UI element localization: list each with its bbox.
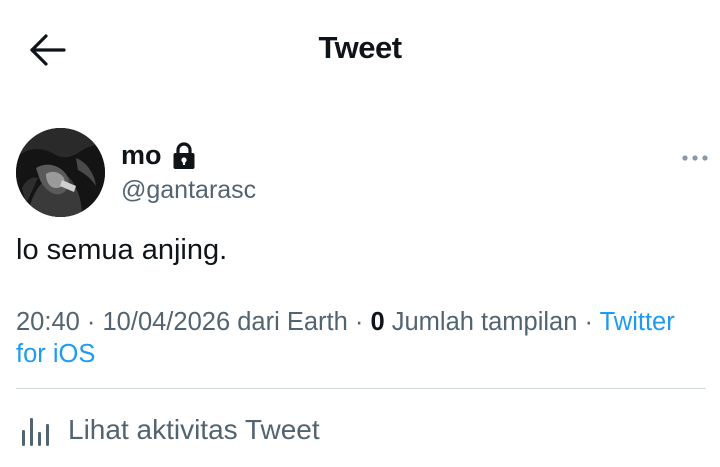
avatar[interactable] (16, 128, 105, 217)
meta-separator: · (86, 308, 96, 336)
lock-icon (173, 141, 194, 169)
tweet-date[interactable]: 10/04/2026 (103, 308, 231, 336)
author-display-name[interactable]: mo (121, 140, 196, 171)
views-label: Jumlah tampilan (391, 308, 578, 336)
meta-separator: · (584, 308, 594, 336)
views-count: 0 (370, 308, 385, 336)
more-horizontal-icon (682, 155, 708, 161)
author-username[interactable]: @gantarasc (121, 176, 256, 205)
meta-separator: · (354, 308, 364, 336)
tweet-text: lo semua anjing. (16, 234, 228, 266)
tweet-time[interactable]: 20:40 (16, 308, 80, 336)
view-tweet-activity-button[interactable]: Lihat aktivitas Tweet (16, 408, 320, 452)
activity-label: Lihat aktivitas Tweet (68, 414, 320, 445)
bar-chart-icon (22, 418, 49, 446)
top-header: Tweet (0, 0, 720, 100)
tweet-location: dari Earth (237, 308, 348, 336)
tweet-metadata: 20:40 · 10/04/2026 dari Earth · 0 Jumlah… (16, 306, 706, 370)
more-options-button[interactable] (680, 148, 712, 168)
divider (16, 388, 706, 389)
avatar-image (16, 128, 105, 217)
tweet-detail-page: Tweet mo @gantarasc lo semua anjing. 20:… (0, 0, 720, 467)
page-title: Tweet (318, 30, 402, 65)
display-name-text: mo (121, 140, 162, 170)
